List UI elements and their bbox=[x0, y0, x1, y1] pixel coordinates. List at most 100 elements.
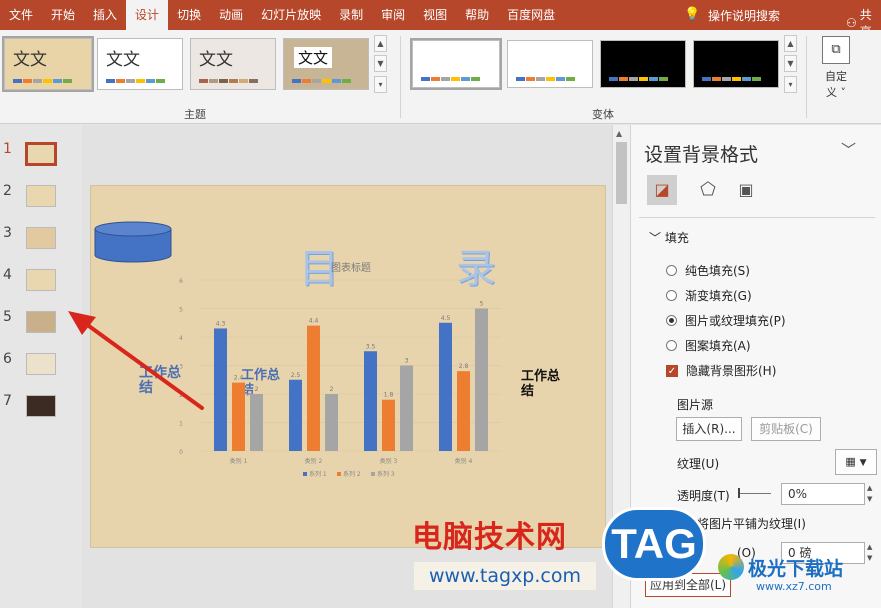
watermark-brand: 极光下载站 www.xz7.com bbox=[718, 548, 880, 604]
bar-系列 2-类别 2 bbox=[307, 325, 320, 451]
picture-icon[interactable]: ▣ bbox=[731, 175, 761, 205]
texture-dropdown[interactable]: ▦ ▼ bbox=[835, 449, 877, 475]
data-label: 3.5 bbox=[366, 343, 376, 350]
variants-scroll-down[interactable]: ▼ bbox=[784, 55, 797, 72]
radio-circle bbox=[666, 265, 677, 276]
slide-number: 3 bbox=[3, 225, 12, 241]
slide-thumbnail-6[interactable] bbox=[26, 353, 56, 375]
bar-系列 2-类别 4 bbox=[457, 371, 470, 451]
theme-thumbnail-4[interactable]: 文文 bbox=[283, 38, 369, 90]
variant-thumbnail-3[interactable] bbox=[600, 40, 686, 88]
legend-entry: 系列 3 bbox=[377, 470, 395, 478]
fill-bucket-icon[interactable]: ◪ bbox=[647, 175, 677, 205]
slide-thumbnail-3[interactable] bbox=[26, 227, 56, 249]
brand-name: 极光下载站 bbox=[748, 558, 844, 580]
radio-pattern-fill[interactable]: 图案填充(A) bbox=[666, 337, 751, 354]
tab-8[interactable]: 审阅 bbox=[372, 0, 414, 30]
theme-thumbnail-2[interactable]: 文文 bbox=[97, 38, 183, 90]
data-label: 2.5 bbox=[291, 372, 301, 379]
tab-6[interactable]: 幻灯片放映 bbox=[252, 0, 330, 30]
radio-label: 图片或纹理填充(P) bbox=[685, 314, 786, 328]
variants-more[interactable]: ▾ bbox=[784, 76, 797, 93]
slide-thumbnail-5[interactable] bbox=[26, 311, 56, 333]
data-label: 2.8 bbox=[459, 363, 469, 370]
transparency-slider-thumb[interactable] bbox=[738, 488, 740, 498]
transparency-input[interactable]: 0% bbox=[781, 483, 865, 505]
person-icon: ⚇ bbox=[846, 16, 857, 30]
slide-thumbnail-1[interactable] bbox=[25, 142, 57, 166]
dropdown-arrow-icon: ▼ bbox=[859, 458, 867, 468]
radio-solid-fill[interactable]: 纯色填充(S) bbox=[666, 262, 750, 279]
fill-section-header[interactable]: ﹀ 填充 bbox=[649, 229, 689, 246]
slide-thumbnail-4[interactable] bbox=[26, 269, 56, 291]
bar-系列 1-类别 4 bbox=[439, 322, 452, 451]
tab-1[interactable]: 开始 bbox=[42, 0, 84, 30]
variant-thumbnail-4[interactable] bbox=[693, 40, 779, 88]
scroll-thumb[interactable] bbox=[616, 142, 627, 204]
slide-thumbnail-2[interactable] bbox=[26, 185, 56, 207]
themes-scroll-down[interactable]: ▼ bbox=[374, 55, 387, 72]
tell-me-search[interactable]: 操作说明搜索 bbox=[708, 7, 780, 24]
slide-number: 7 bbox=[3, 393, 12, 409]
radio-circle bbox=[666, 290, 677, 301]
data-label: 2 bbox=[255, 386, 259, 393]
radio-circle-selected bbox=[666, 315, 677, 326]
transparency-label: 透明度(T) bbox=[677, 489, 730, 503]
tab-4[interactable]: 切换 bbox=[168, 0, 210, 30]
tab-5[interactable]: 动画 bbox=[210, 0, 252, 30]
radio-picture-fill[interactable]: 图片或纹理填充(P) bbox=[666, 312, 786, 329]
scroll-up-arrow[interactable]: ▲ bbox=[616, 129, 622, 138]
hide-background-checkbox[interactable]: ✓ 隐藏背景图形(H) bbox=[666, 362, 776, 379]
radio-label: 纯色填充(S) bbox=[685, 264, 750, 278]
red-arrow-annotation bbox=[68, 311, 204, 410]
pane-title: 设置背景格式 bbox=[644, 144, 759, 166]
legend-swatch bbox=[303, 472, 307, 476]
tab-9[interactable]: 视图 bbox=[414, 0, 456, 30]
cylinder-shape[interactable] bbox=[94, 221, 174, 263]
texture-swatch-icon: ▦ bbox=[845, 455, 856, 468]
theme-sample-text: 文文 bbox=[199, 50, 233, 70]
slide-thumbnail-7[interactable] bbox=[26, 395, 56, 417]
themes-scroll-up[interactable]: ▲ bbox=[374, 35, 387, 52]
data-label: 2 bbox=[330, 386, 334, 393]
variant-thumbnail-2[interactable] bbox=[507, 40, 593, 88]
data-label: 3 bbox=[405, 358, 409, 365]
collapse-chevron-icon[interactable]: ﹀ bbox=[841, 139, 856, 160]
ribbon: 文文 文文 文文 文文 ▲ ▼ ▾ 主题 ▲ ▼ ▾ 变体 ⧉ 自定 义 ˅ bbox=[0, 30, 881, 124]
pane-divider bbox=[639, 217, 875, 218]
variant-thumbnail-1[interactable] bbox=[410, 38, 502, 90]
transparency-spinner[interactable]: ▲ ▼ bbox=[867, 483, 872, 505]
tab-3[interactable]: 设计 bbox=[126, 0, 169, 30]
bar-chart[interactable]: 图表标题01234564.32.42类别 12.54.42类别 23.51.83… bbox=[171, 256, 511, 486]
transparency-slider[interactable] bbox=[739, 493, 771, 494]
themes-more[interactable]: ▾ bbox=[374, 76, 387, 93]
insert-picture-button[interactable]: 插入(R)... bbox=[676, 417, 742, 441]
right-text-box[interactable]: 工作总结 bbox=[521, 369, 561, 399]
legend-entry: 系列 1 bbox=[309, 470, 327, 478]
legend-swatch bbox=[337, 472, 341, 476]
theme-thumbnail-1[interactable]: 文文 bbox=[2, 36, 94, 92]
radio-gradient-fill[interactable]: 渐变填充(G) bbox=[666, 287, 752, 304]
tab-10[interactable]: 帮助 bbox=[456, 0, 498, 30]
bar-系列 2-类别 1 bbox=[232, 382, 245, 451]
tab-7[interactable]: 录制 bbox=[330, 0, 372, 30]
tab-2[interactable]: 插入 bbox=[84, 0, 126, 30]
bar-系列 3-类别 3 bbox=[400, 365, 413, 451]
tab-0[interactable]: 文件 bbox=[0, 0, 42, 30]
group-divider bbox=[806, 36, 807, 118]
legend-entry: 系列 2 bbox=[343, 470, 361, 478]
bar-系列 3-类别 1 bbox=[250, 394, 263, 451]
pentagon-effects-icon[interactable]: ⬠ bbox=[693, 175, 723, 205]
clipboard-button[interactable]: 剪贴板(C) bbox=[751, 417, 821, 441]
radio-circle bbox=[666, 340, 677, 351]
tab-11[interactable]: 百度网盘 bbox=[498, 0, 564, 30]
customize-button[interactable]: ⧉ 自定 义 ˅ bbox=[814, 34, 858, 102]
checkbox-label: 隐藏背景图形(H) bbox=[686, 364, 777, 378]
texture-label: 纹理(U) bbox=[677, 457, 720, 471]
checkmark-icon: ✓ bbox=[666, 364, 678, 377]
theme-thumbnail-3[interactable]: 文文 bbox=[190, 38, 276, 90]
variants-scroll-up[interactable]: ▲ bbox=[784, 35, 797, 52]
watermark-site-name: 电脑技术网 bbox=[412, 520, 567, 555]
y-tick-label: 6 bbox=[179, 278, 183, 285]
slide-number: 4 bbox=[3, 267, 12, 283]
